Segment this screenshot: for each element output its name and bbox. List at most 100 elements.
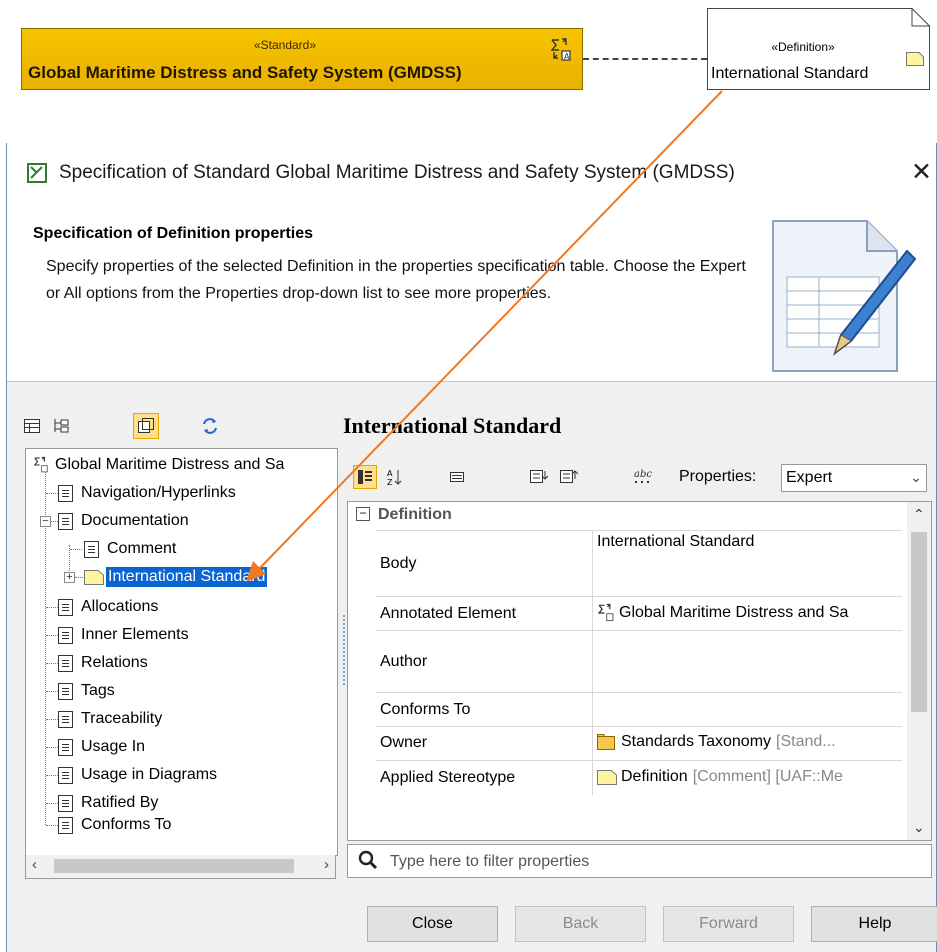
tree-item-label: Comment <box>107 540 177 557</box>
property-value-extra: [Comment] [UAF::Me <box>692 768 843 785</box>
collapse-all-icon[interactable] <box>557 465 581 489</box>
tree-horizontal-scrollbar[interactable]: ‹ › <box>25 855 336 879</box>
filter-box[interactable] <box>347 844 932 878</box>
property-row-applied-stereotype[interactable]: Applied Stereotype Definition [Comment] … <box>376 760 902 795</box>
page-icon <box>58 598 73 616</box>
page-icon <box>58 816 73 834</box>
expand-all-icon[interactable] <box>527 465 551 489</box>
property-name: Owner <box>380 734 428 751</box>
close-button[interactable]: Close <box>367 906 498 942</box>
scroll-left-icon[interactable]: ‹ <box>32 856 37 873</box>
tree-root-label: Global Maritime Distress and Sa <box>55 456 285 473</box>
forward-button[interactable]: Forward <box>663 906 794 942</box>
definition-note[interactable]: «Definition» International Standard <box>707 8 930 90</box>
tree-item-international-standard[interactable]: International Standard <box>84 563 268 591</box>
navigation-tree[interactable]: Global Maritime Distress and Sa Navigati… <box>25 448 338 856</box>
tree-view-icon[interactable] <box>49 413 75 439</box>
tree-item-label: Documentation <box>81 512 189 529</box>
page-icon <box>58 654 73 672</box>
help-button[interactable]: Help <box>811 906 937 942</box>
group-definition[interactable]: − Definition <box>348 502 901 530</box>
property-value-cell[interactable]: Standards Taxonomy [Stand... <box>592 727 902 761</box>
svg-text:Z: Z <box>387 478 393 486</box>
tree-item-comment[interactable]: Comment <box>84 535 178 563</box>
tree-item-conforms-to[interactable]: Conforms To <box>58 811 173 839</box>
edit-text-icon[interactable]: abc <box>631 465 655 489</box>
tree-item-label: Usage In <box>81 738 146 755</box>
refresh-icon[interactable] <box>197 413 223 439</box>
collapse-icon[interactable]: − <box>356 507 370 521</box>
properties-mode-select[interactable]: Expert ⌄ <box>781 464 927 492</box>
compartment-icon[interactable] <box>133 413 159 439</box>
back-button[interactable]: Back <box>515 906 646 942</box>
page-icon <box>58 682 73 700</box>
property-row-author[interactable]: Author <box>376 630 902 693</box>
tree-item-navigation[interactable]: Navigation/Hyperlinks <box>58 479 238 507</box>
grid-vertical-scrollbar[interactable]: ⌃ ⌄ <box>907 502 931 840</box>
tree-item-inner-elements[interactable]: Inner Elements <box>58 621 191 649</box>
dialog-title: Specification of Standard Global Maritim… <box>59 162 735 183</box>
scroll-up-icon[interactable]: ⌃ <box>913 506 925 523</box>
property-row-owner[interactable]: Owner Standards Taxonomy [Stand... <box>376 726 902 761</box>
filter-input[interactable] <box>388 849 912 875</box>
tree-item-label: International Standard <box>106 567 268 587</box>
tree-item-tags[interactable]: Tags <box>58 677 117 705</box>
group-label: Definition <box>378 506 452 523</box>
properties-mode-value: Expert <box>786 469 833 486</box>
package-icon <box>597 734 615 750</box>
property-row-annotated-element[interactable]: Annotated Element Global Maritime Distre… <box>376 596 902 631</box>
tree-item-label: Conforms To <box>81 816 172 833</box>
scrollbar-thumb[interactable] <box>54 859 294 873</box>
page-icon <box>58 710 73 728</box>
property-value: Global Maritime Distress and Sa <box>619 604 849 621</box>
property-value-wrap: Standards Taxonomy [Stand... <box>597 733 897 751</box>
collapse-icon[interactable]: − <box>40 516 51 527</box>
tree-item-label: Ratified By <box>81 794 159 811</box>
description-icon[interactable] <box>445 465 469 489</box>
property-name: Applied Stereotype <box>380 769 516 786</box>
categorized-view-icon[interactable] <box>353 465 377 489</box>
tree-item-label: Inner Elements <box>81 626 189 643</box>
scroll-down-icon[interactable]: ⌄ <box>913 819 925 836</box>
tree-item-relations[interactable]: Relations <box>58 649 150 677</box>
property-value-cell[interactable] <box>592 631 902 693</box>
property-row-conforms-to[interactable]: Conforms To <box>376 692 902 727</box>
property-value-wrap: Definition [Comment] [UAF::Me <box>597 768 897 786</box>
standard-block[interactable]: «Standard» Global Maritime Distress and … <box>21 28 583 90</box>
tree-item-traceability[interactable]: Traceability <box>58 705 164 733</box>
standard-stereotype: «Standard» <box>253 38 317 52</box>
search-icon <box>358 850 378 875</box>
tree-root[interactable]: Global Maritime Distress and Sa <box>32 451 286 479</box>
dialog-header: Specification of Definition properties S… <box>7 203 936 382</box>
tree-item-label: Relations <box>81 654 148 671</box>
close-icon[interactable]: ✕ <box>911 157 932 187</box>
property-row-body[interactable]: Body International Standard <box>376 530 902 597</box>
svg-text:A: A <box>564 52 570 61</box>
property-value-cell[interactable]: Global Maritime Distress and Sa <box>592 597 902 631</box>
property-value-cell[interactable]: Definition [Comment] [UAF::Me <box>592 761 902 795</box>
property-value: International Standard <box>597 533 755 550</box>
tree-item-usage-in[interactable]: Usage In <box>58 733 147 761</box>
property-value-cell[interactable] <box>592 693 902 727</box>
property-name: Annotated Element <box>380 605 517 622</box>
header-title: Specification of Definition properties <box>33 225 314 242</box>
tree-item-allocations[interactable]: Allocations <box>58 593 160 621</box>
tree-item-documentation[interactable]: Documentation <box>58 507 191 535</box>
properties-grid[interactable]: − Definition Body International Standard… <box>347 501 932 841</box>
property-value: Standards Taxonomy <box>621 733 772 750</box>
scroll-right-icon[interactable]: › <box>324 856 329 873</box>
property-value-cell[interactable]: International Standard <box>592 531 902 597</box>
specification-icon <box>27 163 47 188</box>
standard-icon: A <box>550 37 572 68</box>
tree-item-usage-in-diagrams[interactable]: Usage in Diagrams <box>58 761 219 789</box>
svg-text:A: A <box>387 469 393 478</box>
svg-text:abc: abc <box>634 469 652 480</box>
expand-icon[interactable]: + <box>64 572 75 583</box>
specification-dialog: Specification of Standard Global Maritim… <box>6 143 937 952</box>
anchor-line <box>583 58 707 60</box>
table-view-icon[interactable] <box>19 413 45 439</box>
sort-alphabetical-icon[interactable]: AZ <box>383 465 407 489</box>
scrollbar-thumb[interactable] <box>911 532 927 712</box>
title-bar[interactable]: Specification of Standard Global Maritim… <box>7 143 936 203</box>
tree-item-label: Traceability <box>81 710 163 727</box>
